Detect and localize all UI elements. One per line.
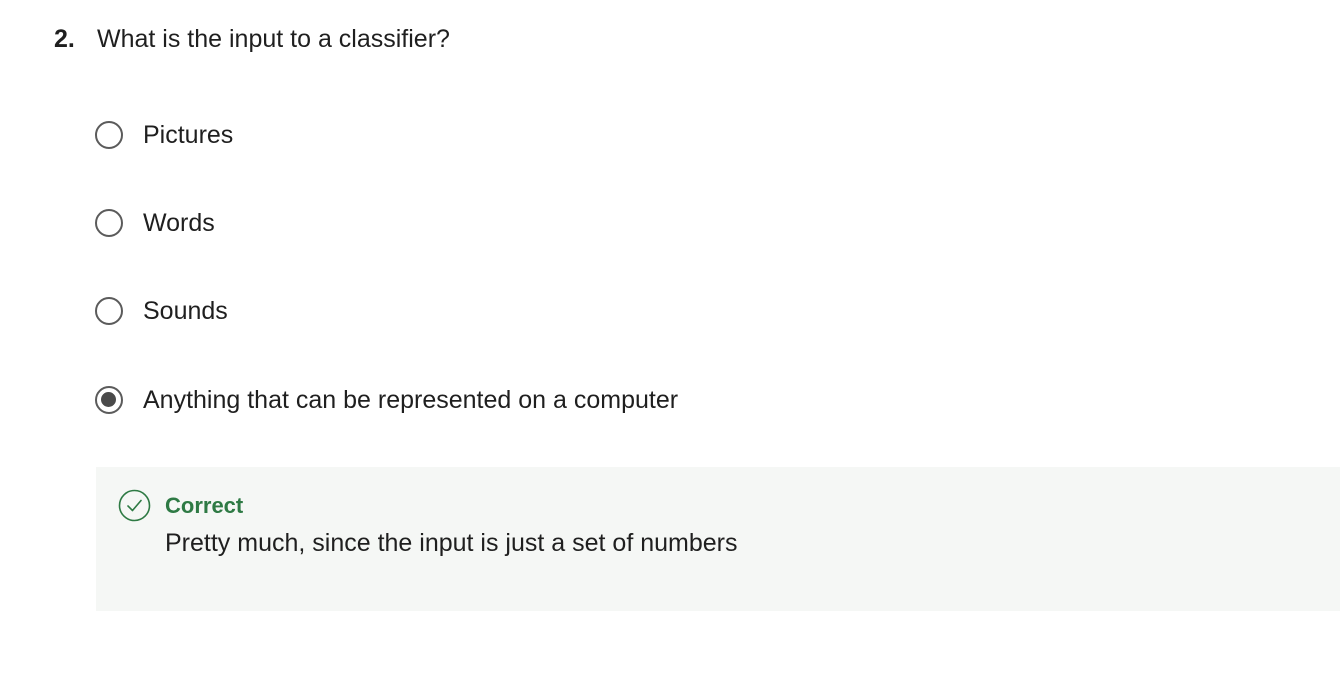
option-pictures[interactable]: Pictures xyxy=(95,117,233,153)
option-label: Words xyxy=(143,209,215,237)
radio-button[interactable] xyxy=(95,121,123,149)
feedback-status: Correct xyxy=(165,493,244,518)
feedback-message: Pretty much, since the input is just a s… xyxy=(165,529,738,557)
question-header: 2. What is the input to a classifier? xyxy=(54,20,450,58)
radio-button[interactable] xyxy=(95,209,123,237)
feedback-panel: Correct Pretty much, since the input is … xyxy=(96,467,1340,611)
radio-button[interactable] xyxy=(95,297,123,325)
check-circle-icon xyxy=(118,489,151,522)
option-label: Pictures xyxy=(143,121,234,149)
option-sounds[interactable]: Sounds xyxy=(95,293,228,329)
radio-button-selected[interactable] xyxy=(95,386,123,414)
option-anything-computer[interactable]: Anything that can be represented on a co… xyxy=(95,382,678,418)
option-label: Sounds xyxy=(143,297,228,325)
option-label: Anything that can be represented on a co… xyxy=(143,386,679,414)
question-text: What is the input to a classifier? xyxy=(97,25,450,53)
question-number: 2. xyxy=(54,25,75,53)
option-words[interactable]: Words xyxy=(95,205,215,241)
